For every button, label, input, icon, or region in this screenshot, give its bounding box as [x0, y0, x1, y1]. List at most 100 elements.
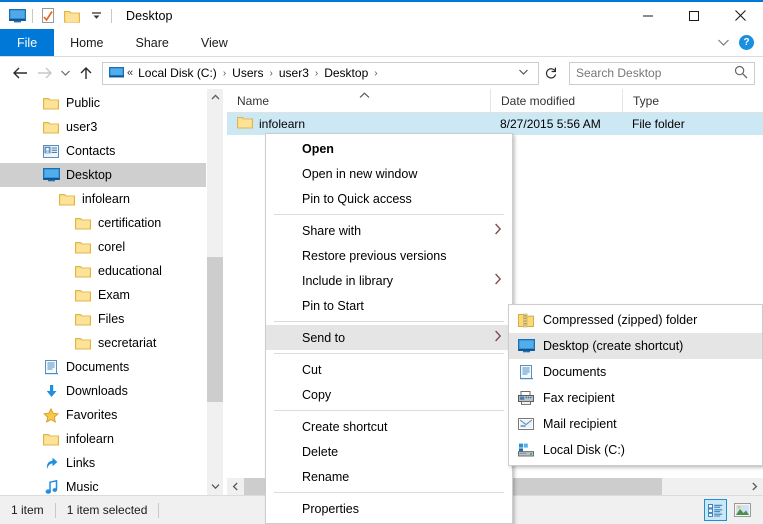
context-menu-item-share-with[interactable]: Share with	[266, 218, 512, 243]
navigation-pane-scrollbar[interactable]	[206, 89, 223, 495]
desktop-icon[interactable]	[8, 7, 26, 25]
column-headers: Name Date modified Type	[227, 89, 763, 113]
context-menu-item-pin-to-quick-access[interactable]: Pin to Quick access	[266, 186, 512, 211]
sidebar-item-infolearn[interactable]: infolearn	[0, 187, 223, 211]
sidebar-item-files[interactable]: Files	[0, 307, 223, 331]
send-to-item-local-disk-c-[interactable]: Local Disk (C:)	[509, 437, 762, 463]
send-to-item-fax-recipient[interactable]: Fax recipient	[509, 385, 762, 411]
refresh-button[interactable]	[539, 60, 563, 86]
context-menu-item-rename[interactable]: Rename	[266, 464, 512, 489]
send-to-item-mail-recipient[interactable]: Mail recipient	[509, 411, 762, 437]
sidebar-item-links[interactable]: Links	[0, 451, 223, 475]
context-menu-item-delete[interactable]: Delete	[266, 439, 512, 464]
table-row[interactable]: infolearn 8/27/2015 5:56 AM File folder	[227, 113, 763, 135]
desktop-icon	[42, 167, 60, 183]
context-menu-item-properties[interactable]: Properties	[266, 496, 512, 521]
downloads-icon	[42, 383, 60, 399]
breadcrumb-item-user3[interactable]: user3	[276, 66, 312, 80]
sidebar-item-certification[interactable]: certification	[0, 211, 223, 235]
scroll-down-arrow[interactable]	[207, 478, 223, 495]
up-button[interactable]	[74, 60, 98, 86]
column-header-name[interactable]: Name	[227, 89, 490, 113]
maximize-button[interactable]	[671, 1, 717, 30]
tab-file[interactable]: File	[0, 29, 55, 56]
large-icons-view-button[interactable]	[731, 499, 754, 521]
breadcrumb-separator[interactable]: ›	[312, 68, 321, 79]
forward-button[interactable]	[32, 60, 56, 86]
sidebar-item-desktop[interactable]: Desktop	[0, 163, 223, 187]
details-view-button[interactable]	[704, 499, 727, 521]
send-to-item-documents[interactable]: Documents	[509, 359, 762, 385]
title-bar: Desktop	[0, 0, 763, 29]
send-to-item-label: Local Disk (C:)	[543, 443, 625, 457]
send-to-item-desktop-create-shortcut-[interactable]: Desktop (create shortcut)	[509, 333, 762, 359]
search-input[interactable]	[576, 66, 734, 80]
file-name-text: infolearn	[259, 117, 306, 131]
quick-access-toolbar: Desktop	[0, 2, 173, 29]
customize-quick-access-dropdown[interactable]	[87, 7, 105, 25]
folder-icon	[42, 431, 60, 447]
minimize-button[interactable]	[625, 1, 671, 30]
file-type-cell: File folder	[632, 117, 685, 131]
sidebar-item-documents[interactable]: Documents	[0, 355, 223, 379]
favorites-icon	[42, 407, 60, 423]
help-icon[interactable]: ?	[739, 35, 754, 50]
send-to-item-compressed-zipped-folder[interactable]: Compressed (zipped) folder	[509, 307, 762, 333]
address-breadcrumb-box[interactable]: « Local Disk (C:) › Users › user3 › Desk…	[102, 61, 539, 85]
context-menu-item-send-to[interactable]: Send to	[266, 325, 512, 350]
back-button[interactable]	[8, 60, 32, 86]
breadcrumb-separator[interactable]: ›	[371, 68, 380, 79]
sidebar-item-exam[interactable]: Exam	[0, 283, 223, 307]
sidebar-item-secretariat[interactable]: secretariat	[0, 331, 223, 355]
search-box[interactable]	[569, 61, 755, 85]
column-header-type[interactable]: Type	[622, 89, 763, 113]
context-menu-item-restore-previous-versions[interactable]: Restore previous versions	[266, 243, 512, 268]
breadcrumb-item-desktop[interactable]: Desktop	[321, 66, 371, 80]
folder-icon	[74, 215, 92, 231]
properties-icon[interactable]	[39, 7, 57, 25]
close-button[interactable]	[717, 1, 763, 30]
breadcrumb-overflow[interactable]: «	[127, 67, 135, 79]
column-header-date-modified[interactable]: Date modified	[490, 89, 622, 113]
sidebar-item-label: Favorites	[66, 408, 118, 422]
sidebar-item-downloads[interactable]: Downloads	[0, 379, 223, 403]
sidebar-item-public[interactable]: Public	[0, 91, 223, 115]
recent-locations-button[interactable]	[56, 60, 74, 86]
context-menu-item-copy[interactable]: Copy	[266, 382, 512, 407]
context-menu-item-open[interactable]: Open	[266, 136, 512, 161]
music-icon	[42, 479, 60, 495]
menu-separator	[274, 410, 504, 411]
fax-icon	[517, 389, 535, 407]
scroll-right-arrow[interactable]	[746, 478, 763, 495]
sidebar-item-user3[interactable]: user3	[0, 115, 223, 139]
breadcrumb-item-users[interactable]: Users	[229, 66, 266, 80]
breadcrumb-item-local-disk[interactable]: Local Disk (C:)	[135, 66, 220, 80]
tab-share[interactable]: Share	[120, 29, 185, 56]
context-menu-item-cut[interactable]: Cut	[266, 357, 512, 382]
tab-home[interactable]: Home	[54, 29, 119, 56]
search-icon[interactable]	[734, 65, 748, 82]
context-menu-item-create-shortcut[interactable]: Create shortcut	[266, 414, 512, 439]
address-history-dropdown[interactable]	[513, 67, 534, 79]
context-menu-item-include-in-library[interactable]: Include in library	[266, 268, 512, 293]
sidebar-item-favorites[interactable]: Favorites	[0, 403, 223, 427]
new-folder-icon[interactable]	[63, 7, 81, 25]
context-menu-item-pin-to-start[interactable]: Pin to Start	[266, 293, 512, 318]
navigation-scrollbar-thumb[interactable]	[207, 257, 223, 402]
tab-view[interactable]: View	[185, 29, 244, 56]
breadcrumb-separator[interactable]: ›	[220, 68, 229, 79]
context-menu-item-open-in-new-window[interactable]: Open in new window	[266, 161, 512, 186]
sidebar-item-contacts[interactable]: Contacts	[0, 139, 223, 163]
sidebar-item-corel[interactable]: corel	[0, 235, 223, 259]
sidebar-item-label: infolearn	[66, 432, 114, 446]
sidebar-item-infolearn[interactable]: infolearn	[0, 427, 223, 451]
sidebar-item-label: Desktop	[66, 168, 112, 182]
breadcrumb-separator[interactable]: ›	[267, 68, 276, 79]
chevron-down-icon[interactable]	[717, 36, 730, 50]
sidebar-item-educational[interactable]: educational	[0, 259, 223, 283]
send-to-item-label: Compressed (zipped) folder	[543, 313, 698, 327]
folder-icon	[42, 95, 60, 111]
scroll-up-arrow[interactable]	[207, 89, 223, 106]
sidebar-item-music[interactable]: Music	[0, 475, 223, 495]
scroll-left-arrow[interactable]	[227, 478, 244, 495]
